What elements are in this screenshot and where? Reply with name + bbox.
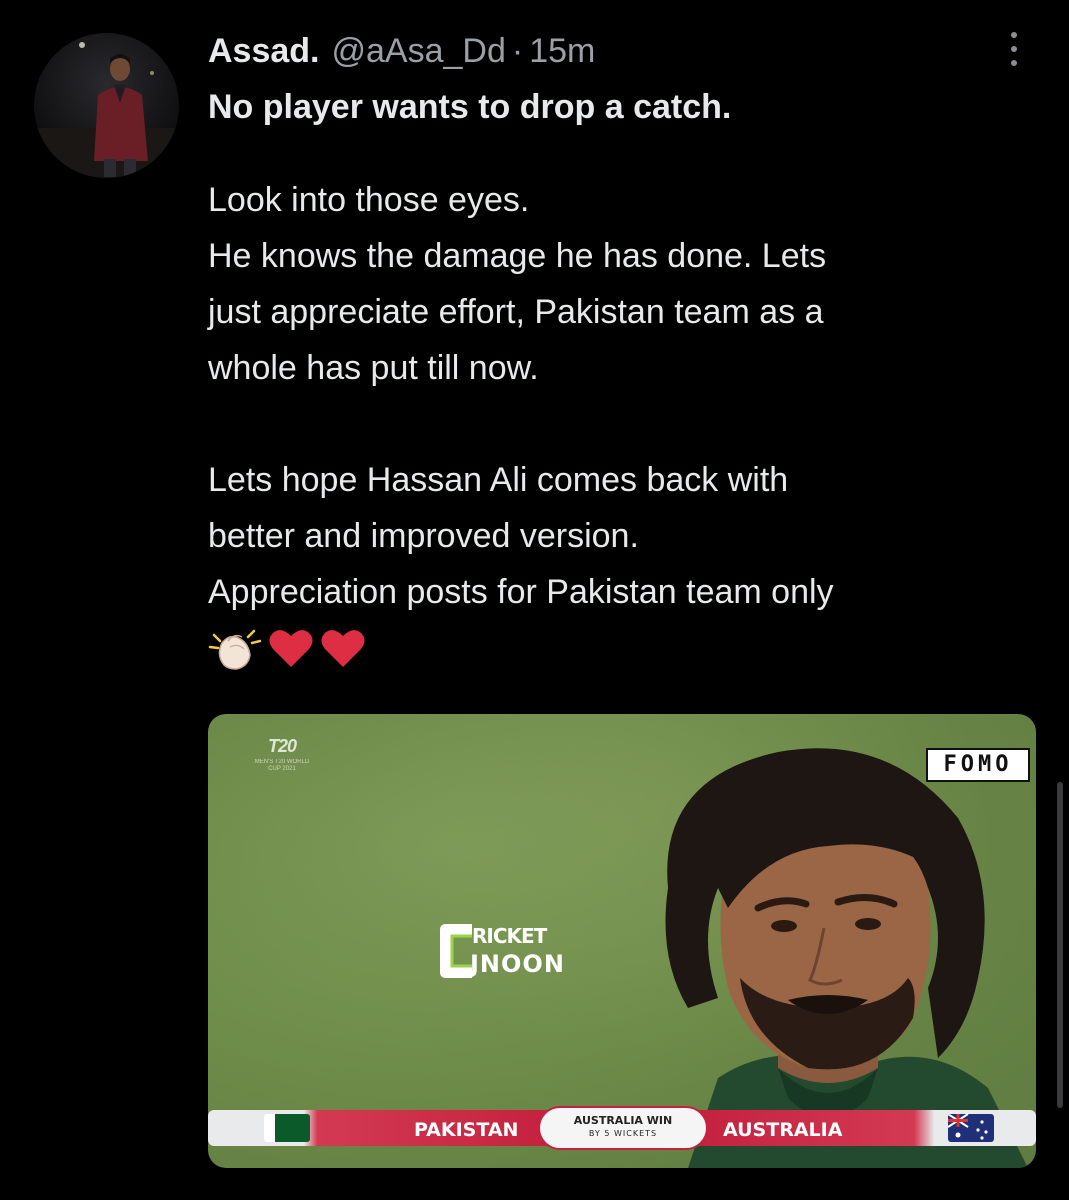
scrollbar[interactable] — [1057, 782, 1063, 1108]
text-line: Look into those eyes. — [208, 181, 530, 219]
fomo-watermark: FOMO — [926, 748, 1030, 782]
tweet-media-image[interactable]: T20 MEN'S T20 WORLD CUP 2021 FOMO RICKET… — [208, 714, 1036, 1168]
timestamp[interactable]: 15m — [529, 28, 595, 74]
more-options-icon[interactable] — [1006, 32, 1022, 66]
cricket-junoon-logo: RICKET JNOON — [436, 918, 586, 990]
result-line-1: AUSTRALIA WIN — [573, 1114, 673, 1127]
red-heart-icon — [321, 630, 365, 667]
tweet-paragraph-2: Lets hope Hassan Ali comes back with bet… — [208, 452, 1008, 620]
text-line: just appreciate effort, Pakistan team as… — [208, 293, 824, 331]
separator-dot: · — [511, 32, 524, 70]
text-line: Appreciation posts for Pakistan team onl… — [208, 573, 834, 611]
result-line-2: BY 5 WICKETS — [588, 1129, 658, 1138]
emoji-row — [208, 624, 1008, 672]
match-result-badge: AUSTRALIA WIN BY 5 WICKETS — [538, 1106, 708, 1150]
red-heart-icon — [269, 630, 313, 667]
australia-flag-icon — [948, 1114, 994, 1142]
t20-logo-subtitle: MEN'S T20 WORLD CUP 2021 — [254, 759, 310, 772]
tweet-paragraph-1: Look into those eyes. He knows the damag… — [208, 172, 1008, 396]
t20-logo-text: T20 — [267, 736, 297, 756]
player-image — [665, 748, 1028, 1168]
tweet: Assad. @aAsa_Dd · 15m No player wants to… — [208, 28, 1008, 672]
brand-bottom-text: JNOON — [470, 950, 565, 978]
team-right-name: AUSTRALIA — [723, 1119, 843, 1141]
team-left-name: PAKISTAN — [414, 1119, 519, 1141]
text-line: He knows the damage he has done. Lets — [208, 237, 827, 275]
t20-world-cup-logo: T20 MEN'S T20 WORLD CUP 2021 — [254, 736, 310, 816]
user-handle[interactable]: @aAsa_Dd — [332, 28, 506, 74]
scorebar: PAKISTAN AUSTRALIA WIN BY 5 WICKETS AUST… — [208, 1106, 1036, 1150]
clapping-hands-icon — [208, 629, 262, 670]
text-line: whole has put till now. — [208, 349, 539, 387]
tweet-first-line: No player wants to drop a catch. — [208, 88, 732, 126]
pakistan-flag-icon — [264, 1114, 310, 1142]
brand-top-text: RICKET — [472, 924, 547, 948]
display-name[interactable]: Assad. — [208, 28, 320, 74]
avatar-photo — [34, 42, 179, 178]
tweet-header: Assad. @aAsa_Dd · 15m — [208, 28, 1008, 74]
avatar[interactable] — [34, 33, 179, 178]
text-line: Lets hope Hassan Ali comes back with — [208, 461, 789, 499]
text-line: better and improved version. — [208, 517, 639, 555]
